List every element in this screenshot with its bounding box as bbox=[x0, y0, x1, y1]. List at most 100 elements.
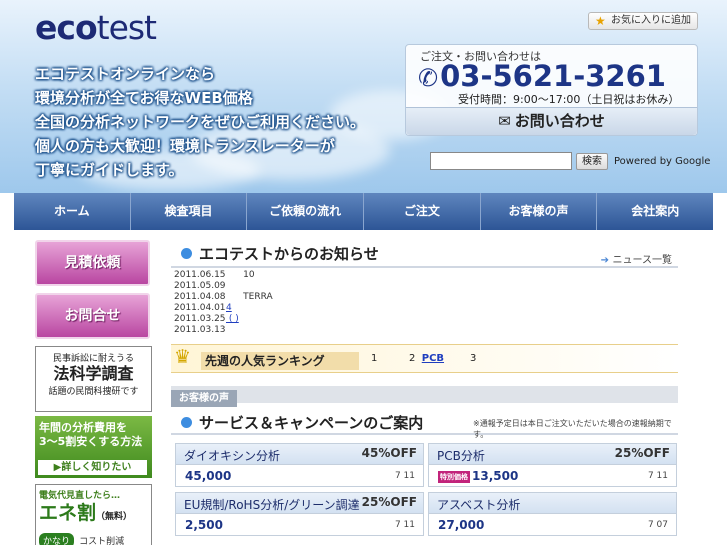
contact-box: ご注文・お問い合わせは ✆03-5621-3261 受付時間：9:00～17:0… bbox=[405, 44, 698, 136]
news-date: 2011.04.08 bbox=[174, 292, 226, 302]
estimate-button[interactable]: 見積依頼 bbox=[35, 240, 150, 286]
news-title: エコテストからのお知らせ bbox=[199, 245, 379, 263]
phone-number-text: 03-5621-3261 bbox=[440, 59, 666, 93]
add-favorite-label: お気に入りに追加 bbox=[611, 15, 691, 26]
special-price-badge: 特別価格 bbox=[438, 470, 470, 483]
phone-icon: ✆ bbox=[418, 64, 439, 92]
news-link[interactable]: ( ) bbox=[226, 314, 239, 324]
forensic-banner[interactable]: 民事訴訟に耐えうる 法科学調査 話題の民間科捜研です bbox=[35, 346, 152, 412]
logo-eco: eco bbox=[35, 8, 98, 47]
search-button[interactable]: 検索 bbox=[576, 153, 608, 170]
phone-number[interactable]: ✆03-5621-3261 bbox=[418, 59, 666, 93]
service-code: 7 11 bbox=[394, 520, 415, 530]
service-discount: 25%OFF bbox=[361, 495, 417, 509]
crown-icon: ♛ bbox=[174, 346, 192, 368]
news-item: 2011.03.25 ( ) bbox=[174, 314, 678, 325]
ene-banner-free: （無料） bbox=[96, 512, 133, 522]
nav-customer-voice[interactable]: お客様の声 bbox=[481, 193, 598, 230]
services-note: ※通報予定日は本日ご注文いただいた場合の速報納期です。 bbox=[473, 419, 672, 439]
star-icon: ★ bbox=[595, 14, 606, 28]
forensic-banner-line3: 話題の民間科捜研です bbox=[48, 387, 139, 397]
contact-button[interactable]: お問合せ bbox=[35, 293, 150, 339]
cost-reduction-banner[interactable]: 年間の分析費用を 3～5割安くする方法 ▶詳しく知りたい bbox=[35, 416, 152, 478]
weekly-ranking: ♛ 先週の人気ランキング 1 2 PCB 3 bbox=[171, 344, 678, 373]
nav-request-flow[interactable]: ご依頼の流れ bbox=[247, 193, 365, 230]
bullet-icon bbox=[181, 248, 192, 259]
add-favorite-button[interactable]: ★ お気に入りに追加 bbox=[588, 12, 698, 30]
service-price: 2,500 bbox=[185, 518, 223, 532]
news-text: TERRA bbox=[243, 292, 273, 302]
service-price: 27,000 bbox=[438, 518, 485, 532]
arrow-right-icon: ➔ bbox=[600, 255, 613, 266]
catch-line: 全国の分析ネットワークをぜひご利用ください。 bbox=[35, 113, 366, 131]
news-date: 2011.05.09 bbox=[174, 281, 226, 291]
business-hours: 受付時間：9:00～17:00（土日祝はお休み） bbox=[458, 93, 680, 106]
catch-line: 個人の方も大歓迎！環境トランスレーターが bbox=[35, 137, 335, 155]
nav-test-items[interactable]: 検査項目 bbox=[131, 193, 248, 230]
news-text: 10 bbox=[243, 270, 255, 280]
news-date: 2011.03.13 bbox=[174, 325, 226, 335]
service-code: 7 11 bbox=[647, 471, 668, 481]
service-card[interactable]: PCB分析 25%OFF 特別価格 13,500 7 11 bbox=[428, 443, 677, 487]
news-list-label: ニュース一覧 bbox=[612, 255, 673, 266]
service-card[interactable]: ダイオキシン分析 45%OFF 45,000 7 11 bbox=[175, 443, 424, 487]
catch-line: 環境分析が全てお得なWEB価格 bbox=[35, 89, 253, 107]
ranking-title: 先週の人気ランキング bbox=[201, 352, 359, 370]
customer-voice-tab[interactable]: お客様の声 bbox=[171, 390, 237, 407]
nav-order[interactable]: ご注文 bbox=[364, 193, 481, 230]
news-header: エコテストからのお知らせ ➔ ニュース一覧 bbox=[171, 240, 678, 268]
nav-company[interactable]: 会社案内 bbox=[597, 193, 713, 230]
customer-voice-bar: お客様の声 bbox=[171, 386, 678, 407]
news-date: 2011.04.01 bbox=[174, 303, 226, 313]
inquiry-button[interactable]: ✉ お問い合わせ bbox=[406, 107, 697, 135]
ene-banner-title: エネ割（無料） bbox=[39, 501, 148, 529]
enewari-banner[interactable]: 電気代見直したら… エネ割（無料） かなり コスト削減 bbox=[35, 484, 152, 545]
news-date: 2011.06.15 bbox=[174, 270, 226, 280]
catch-copy: エコテストオンラインなら 環境分析が全てお得なWEB価格 全国の分析ネットワーク… bbox=[35, 62, 365, 182]
news-item: 2011.03.13 bbox=[174, 325, 678, 336]
ranking-item-3[interactable]: 3 bbox=[470, 353, 483, 364]
cost-banner-detail: ▶詳しく知りたい bbox=[38, 460, 147, 475]
site-logo[interactable]: ecotest bbox=[35, 8, 157, 47]
news-item: 2011.05.09 bbox=[174, 281, 678, 292]
news-section: エコテストからのお知らせ ➔ ニュース一覧 2011.06.15 10 2011… bbox=[171, 240, 678, 336]
service-name: アスベスト分析 bbox=[437, 498, 521, 512]
service-code: 7 11 bbox=[394, 471, 415, 481]
ranking-rank: 3 bbox=[470, 353, 477, 364]
service-name: PCB分析 bbox=[437, 449, 485, 463]
ranking-link[interactable]: PCB bbox=[422, 353, 444, 364]
inquiry-label: お問い合わせ bbox=[514, 112, 605, 130]
forensic-banner-line1: 民事訴訟に耐えうる bbox=[52, 354, 134, 364]
service-discount: 25%OFF bbox=[614, 446, 670, 460]
ene-banner-line3: かなり bbox=[39, 533, 75, 545]
main-nav: ホーム 検査項目 ご依頼の流れ ご注文 お客様の声 会社案内 bbox=[14, 193, 713, 230]
nav-home[interactable]: ホーム bbox=[14, 193, 131, 230]
service-price: 45,000 bbox=[185, 469, 232, 483]
news-item: 2011.04.014 bbox=[174, 303, 678, 314]
service-price: 13,500 bbox=[472, 469, 519, 483]
ene-banner-line1: 電気代見直したら… bbox=[39, 491, 121, 501]
news-list-link[interactable]: ➔ ニュース一覧 bbox=[601, 251, 672, 266]
news-date: 2011.03.25 bbox=[174, 314, 226, 324]
service-code: 7 07 bbox=[647, 520, 668, 530]
search-input[interactable] bbox=[430, 152, 572, 170]
powered-by-google: Powered by Google bbox=[614, 156, 711, 167]
service-name: EU規制/RoHS分析/グリーン調達 bbox=[184, 498, 360, 512]
sidebar: 見積依頼 お問合せ 民事訴訟に耐えうる 法科学調査 話題の民間科捜研です 年間の… bbox=[35, 240, 152, 545]
forensic-banner-line2: 法科学調査 bbox=[53, 364, 134, 383]
services-header: サービス＆キャンペーンのご案内 ※通報予定日は本日ご注文いただいた場合の速報納期… bbox=[171, 409, 678, 439]
ene-banner-line4: コスト削減 bbox=[79, 537, 125, 545]
news-link[interactable]: 4 bbox=[226, 303, 232, 313]
ranking-item-1[interactable]: 1 bbox=[371, 353, 384, 364]
ranking-rank: 1 bbox=[371, 353, 378, 364]
service-name: ダイオキシン分析 bbox=[184, 449, 281, 463]
ranking-item-2[interactable]: 2 PCB bbox=[409, 353, 444, 364]
cost-banner-line1: 年間の分析費用を bbox=[39, 421, 127, 434]
logo-test: test bbox=[96, 8, 157, 47]
service-card[interactable]: アスベスト分析 27,000 7 07 bbox=[428, 492, 677, 536]
news-list: 2011.06.15 10 2011.05.09 2011.04.08 TERR… bbox=[171, 268, 678, 336]
ene-banner-title-text: エネ割 bbox=[39, 502, 97, 524]
service-price-wrap: 特別価格 13,500 bbox=[438, 469, 518, 483]
service-card[interactable]: EU規制/RoHS分析/グリーン調達 25%OFF 2,500 7 11 bbox=[175, 492, 424, 536]
catch-line: 丁寧にガイドします。 bbox=[35, 161, 184, 179]
